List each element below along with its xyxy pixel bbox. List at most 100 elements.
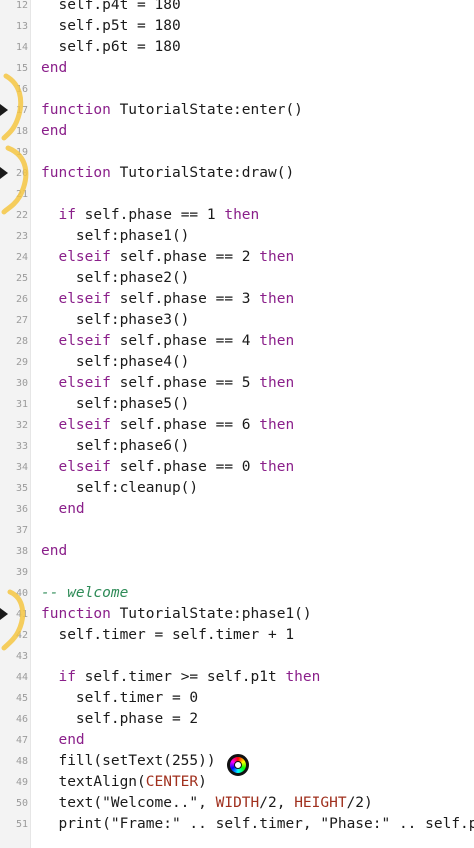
line-number: 37 [15, 525, 28, 536]
code-line[interactable]: 13 self.p5t = 180 [0, 16, 474, 37]
code-line[interactable]: 31 self:phase5() [0, 394, 474, 415]
color-wheel-icon[interactable] [227, 754, 249, 776]
code-line[interactable]: 38 end [0, 541, 474, 562]
line-number: 35 [15, 483, 28, 494]
line-number: 14 [15, 42, 28, 53]
code-text: self.p5t = 180 [41, 18, 181, 34]
line-number: 40 [15, 588, 28, 599]
code-text: self:phase5() [41, 396, 190, 412]
line-number: 23 [15, 231, 28, 242]
code-editor[interactable]: 12 self.p4t = 180 13 self.p5t = 180 14 sel… [0, 0, 474, 848]
code-text: if self.timer >= self.p1t then [58, 669, 321, 685]
line-number: 42 [15, 630, 28, 641]
code-line[interactable]: 28 elseif self.phase == 4 then [0, 331, 474, 352]
code-text: self:phase3() [41, 312, 190, 328]
code-text: end [58, 732, 85, 748]
line-number: 47 [15, 735, 28, 746]
code-line[interactable]: 18 end [0, 121, 474, 142]
line-number: 22 [15, 210, 28, 221]
line-number: 19 [15, 147, 28, 158]
line-number: 49 [15, 777, 28, 788]
code-text: self:phase4() [41, 354, 190, 370]
code-text: elseif self.phase == 4 then [58, 333, 295, 349]
code-line[interactable]: 50 text("Welcome..", WIDTH/2, HEIGHT/2) [0, 793, 474, 814]
line-number: 36 [15, 504, 28, 515]
code-line[interactable]: 45 self.timer = 0 [0, 688, 474, 709]
code-text: if self.phase == 1 then [58, 207, 260, 223]
code-text: fill(setText(255)) [41, 753, 216, 769]
line-number: 12 [15, 0, 28, 11]
code-line[interactable]: 17 function TutorialState:enter() [0, 100, 474, 121]
code-line[interactable]: 46 self.phase = 2 [0, 709, 474, 730]
line-number: 46 [15, 714, 28, 725]
line-number: 21 [15, 189, 28, 200]
code-text: self.timer = 0 [41, 690, 199, 706]
breakpoint-arrow-icon[interactable] [0, 104, 8, 116]
code-line[interactable]: 26 elseif self.phase == 3 then [0, 289, 474, 310]
code-line[interactable]: 43 [0, 646, 474, 667]
line-number: 39 [15, 567, 28, 578]
code-text: self.phase = 2 [41, 711, 199, 727]
code-text: elseif self.phase == 5 then [58, 375, 295, 391]
line-number: 44 [15, 672, 28, 683]
code-text: text("Welcome..", WIDTH/2, HEIGHT/2) [41, 795, 373, 811]
code-text: elseif self.phase == 6 then [58, 417, 295, 433]
code-line[interactable]: 14 self.p6t = 180 [0, 37, 474, 58]
code-line[interactable]: 29 self:phase4() [0, 352, 474, 373]
code-text: textAlign(CENTER) [41, 774, 207, 790]
code-line[interactable]: 35 self:cleanup() [0, 478, 474, 499]
code-line[interactable]: 23 self:phase1() [0, 226, 474, 247]
breakpoint-arrow-icon[interactable] [0, 608, 8, 620]
code-text: elseif self.phase == 2 then [58, 249, 295, 265]
code-line[interactable]: 37 [0, 520, 474, 541]
line-number: 45 [15, 693, 28, 704]
code-line[interactable]: 33 self:phase6() [0, 436, 474, 457]
code-line[interactable]: 47 end [0, 730, 474, 751]
code-text: self:phase2() [41, 270, 190, 286]
line-number: 26 [15, 294, 28, 305]
code-line[interactable]: 44 if self.timer >= self.p1t then [0, 667, 474, 688]
line-number: 28 [15, 336, 28, 347]
code-text: print("Frame:" .. self.timer, "Phase:" .… [41, 816, 474, 832]
code-line[interactable]: 34 elseif self.phase == 0 then [0, 457, 474, 478]
code-line[interactable]: 24 elseif self.phase == 2 then [0, 247, 474, 268]
code-line[interactable]: 36 end [0, 499, 474, 520]
code-text: function TutorialState:enter() [41, 102, 303, 118]
line-number: 48 [15, 756, 28, 767]
code-line[interactable]: 21 [0, 184, 474, 205]
breakpoint-arrow-icon[interactable] [0, 167, 8, 179]
code-line[interactable]: 32 elseif self.phase == 6 then [0, 415, 474, 436]
code-text: elseif self.phase == 0 then [58, 459, 295, 475]
code-line[interactable]: 25 self:phase2() [0, 268, 474, 289]
line-number: 24 [15, 252, 28, 263]
code-line[interactable]: 16 [0, 79, 474, 100]
code-line[interactable]: 12 self.p4t = 180 [0, 0, 474, 16]
code-text: end [41, 123, 68, 139]
code-line[interactable]: 39 [0, 562, 474, 583]
code-text: end [41, 60, 68, 76]
code-text: function TutorialState:phase1() [41, 606, 312, 622]
code-line[interactable]: 40 -- welcome [0, 583, 474, 604]
line-number: 51 [15, 819, 28, 830]
code-line[interactable]: 51 print("Frame:" .. self.timer, "Phase:… [0, 814, 474, 835]
code-text: self.p4t = 180 [41, 0, 181, 13]
code-line[interactable]: 27 self:phase3() [0, 310, 474, 331]
code-text: self:cleanup() [41, 480, 199, 496]
code-line[interactable]: 20 function TutorialState:draw() [0, 163, 474, 184]
code-line[interactable]: 42 self.timer = self.timer + 1 [0, 625, 474, 646]
code-text: function TutorialState:draw() [41, 165, 295, 181]
code-line[interactable]: 30 elseif self.phase == 5 then [0, 373, 474, 394]
line-number: 31 [15, 399, 28, 410]
code-text: self.timer = self.timer + 1 [41, 627, 295, 643]
code-line[interactable]: 22 if self.phase == 1 then [0, 205, 474, 226]
code-line[interactable]: 15 end [0, 58, 474, 79]
line-number: 18 [15, 126, 28, 137]
line-number: 43 [15, 651, 28, 662]
line-number: 50 [15, 798, 28, 809]
line-number: 27 [15, 315, 28, 326]
code-line[interactable]: 41 function TutorialState:phase1() [0, 604, 474, 625]
line-number: 30 [15, 378, 28, 389]
line-number: 33 [15, 441, 28, 452]
code-text: self:phase6() [41, 438, 190, 454]
code-line[interactable]: 19 [0, 142, 474, 163]
